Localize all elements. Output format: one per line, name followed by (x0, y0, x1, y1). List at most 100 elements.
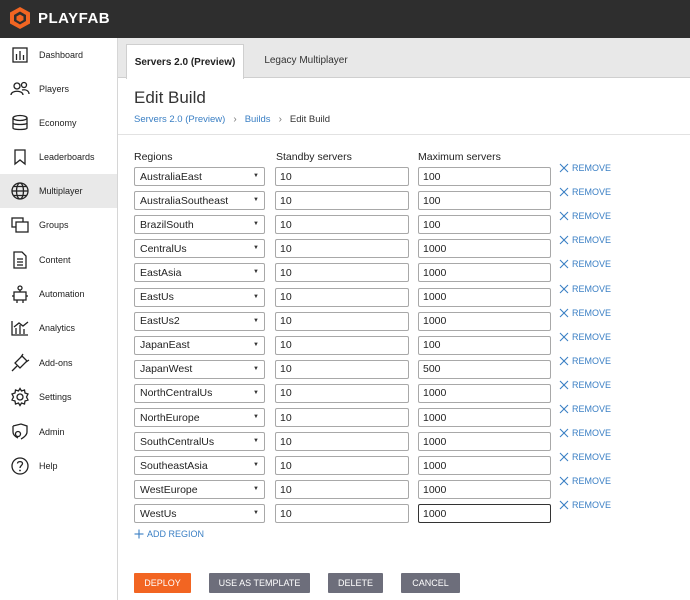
maximum-servers-input[interactable]: 1000 (418, 504, 551, 524)
region-select[interactable]: EastUs2 ▼ (134, 311, 265, 331)
close-icon (559, 501, 569, 510)
standby-servers-input[interactable]: 10 (275, 456, 409, 476)
remove-region-button[interactable]: REMOVE (559, 332, 611, 342)
remove-region-button[interactable]: REMOVE (559, 187, 611, 197)
remove-region-button[interactable]: REMOVE (559, 500, 611, 510)
remove-region-button[interactable]: REMOVE (559, 356, 611, 366)
tab-servers-2-preview[interactable]: Servers 2.0 (Preview) (126, 44, 244, 79)
top-bar: PLAYFAB (0, 0, 690, 38)
standby-servers-input[interactable]: 10 (275, 167, 409, 186)
region-select[interactable]: EastAsia ▼ (134, 263, 265, 283)
dropdown-caret-icon: ▼ (253, 221, 259, 228)
standby-servers-input[interactable]: 10 (275, 263, 409, 283)
remove-label: REMOVE (572, 283, 612, 294)
region-select[interactable]: NorthEurope ▼ (134, 408, 265, 427)
maximum-servers-input[interactable]: 1000 (418, 383, 551, 403)
standby-servers-input[interactable]: 10 (275, 408, 409, 427)
remove-label: REMOVE (572, 379, 612, 390)
maximum-servers-input[interactable]: 500 (418, 359, 551, 379)
remove-label: REMOVE (572, 259, 612, 270)
region-select[interactable]: WestUs ▼ (134, 504, 265, 524)
remove-region-button[interactable]: REMOVE (559, 284, 611, 294)
standby-servers-input[interactable]: 10 (275, 504, 409, 524)
maximum-servers-input[interactable]: 1000 (418, 311, 551, 331)
dropdown-caret-icon: ▼ (253, 173, 259, 179)
add-region-button[interactable]: ADD REGION (134, 529, 204, 539)
region-select-value: BrazilSouth (140, 218, 194, 231)
tab-legacy-multiplayer[interactable]: Legacy Multiplayer (254, 44, 358, 77)
remove-label: REMOVE (572, 404, 612, 414)
remove-region-button[interactable]: REMOVE (559, 211, 611, 221)
region-select-value: JapanWest (140, 363, 193, 376)
maximum-servers-input[interactable]: 100 (418, 191, 551, 211)
remove-region-button[interactable]: REMOVE (559, 235, 611, 245)
remove-region-button[interactable]: REMOVE (559, 428, 611, 438)
region-select[interactable]: SouthCentralUs ▼ (134, 432, 265, 452)
cancel-button[interactable]: CANCEL (401, 573, 460, 593)
standby-servers-input[interactable]: 10 (275, 191, 409, 211)
column-header-standby: Standby servers (276, 151, 352, 163)
maximum-servers-input[interactable]: 1000 (418, 408, 551, 427)
close-icon (559, 308, 569, 317)
dropdown-caret-icon: ▼ (253, 389, 259, 396)
maximum-servers-input[interactable]: 1000 (418, 480, 551, 500)
remove-region-button[interactable]: REMOVE (559, 163, 611, 173)
region-select[interactable]: BrazilSouth ▼ (134, 215, 265, 235)
standby-servers-input[interactable]: 10 (275, 311, 409, 331)
chevron-right-icon: › (233, 114, 237, 125)
breadcrumb-link-builds[interactable]: Builds (245, 114, 271, 125)
deploy-button[interactable]: DEPLOY (134, 573, 191, 593)
remove-region-button[interactable]: REMOVE (559, 404, 611, 414)
dropdown-caret-icon: ▼ (253, 293, 259, 300)
remove-region-button[interactable]: REMOVE (559, 259, 611, 269)
use-as-template-button[interactable]: USE AS TEMPLATE (209, 573, 310, 593)
standby-servers-input[interactable]: 10 (275, 359, 409, 379)
remove-region-button[interactable]: REMOVE (559, 476, 611, 486)
maximum-servers-input[interactable]: 1000 (418, 263, 551, 283)
sidebar-item-dashboard[interactable]: Dashboard (0, 38, 117, 72)
close-icon (559, 187, 569, 197)
region-select[interactable]: WestEurope ▼ (134, 480, 265, 500)
dropdown-caret-icon: ▼ (253, 510, 259, 517)
region-select-value: EastAsia (140, 266, 182, 279)
sidebar-item-economy[interactable]: Economy (0, 106, 117, 140)
maximum-servers-input[interactable]: 1000 (418, 456, 551, 476)
standby-servers-input[interactable]: 10 (275, 239, 409, 259)
maximum-servers-input[interactable]: 100 (418, 215, 551, 235)
delete-button[interactable]: DELETE (328, 573, 383, 593)
remove-region-button[interactable]: REMOVE (559, 308, 611, 318)
maximum-servers-input[interactable]: 100 (418, 167, 551, 186)
standby-servers-input[interactable]: 10 (275, 480, 409, 500)
maximum-servers-input[interactable]: 1000 (418, 287, 551, 307)
standby-servers-input[interactable]: 10 (275, 432, 409, 452)
region-select[interactable]: EastUs ▼ (134, 287, 265, 307)
remove-region-button[interactable]: REMOVE (559, 452, 611, 462)
region-select[interactable]: NorthCentralUs ▼ (134, 383, 265, 403)
region-select-value: WestUs (140, 507, 177, 520)
standby-servers-input[interactable]: 10 (275, 383, 409, 403)
close-icon (559, 235, 569, 245)
region-select[interactable]: JapanWest ▼ (134, 359, 265, 379)
region-select[interactable]: SoutheastAsia ▼ (134, 456, 265, 476)
maximum-servers-input[interactable]: 100 (418, 335, 551, 355)
breadcrumb-current: Edit Build (289, 114, 331, 125)
standby-servers-input[interactable]: 10 (275, 335, 409, 355)
dropdown-caret-icon: ▼ (253, 341, 259, 348)
close-icon (559, 284, 569, 293)
region-select[interactable]: AustraliaSoutheast ▼ (134, 191, 265, 211)
standby-servers-input[interactable]: 10 (275, 215, 409, 235)
region-select[interactable]: CentralUs ▼ (134, 239, 265, 259)
region-select-value: NorthCentralUs (140, 387, 213, 400)
sidebar-item-players[interactable]: Players (0, 72, 117, 106)
logo-text: PLAYFAB (38, 9, 111, 27)
region-select[interactable]: AustraliaEast ▼ (134, 167, 265, 186)
maximum-servers-input[interactable]: 1000 (418, 432, 551, 452)
sidebar-item-label: Leaderboards (39, 152, 95, 162)
playfab-logo[interactable]: PLAYFAB (8, 6, 110, 30)
breadcrumb-link-servers[interactable]: Servers 2.0 (Preview) (134, 114, 225, 125)
region-select[interactable]: JapanEast ▼ (134, 335, 265, 355)
maximum-servers-input[interactable]: 1000 (418, 239, 551, 259)
remove-region-button[interactable]: REMOVE (559, 380, 611, 390)
standby-servers-input[interactable]: 10 (275, 287, 409, 307)
remove-label: REMOVE (572, 163, 612, 173)
